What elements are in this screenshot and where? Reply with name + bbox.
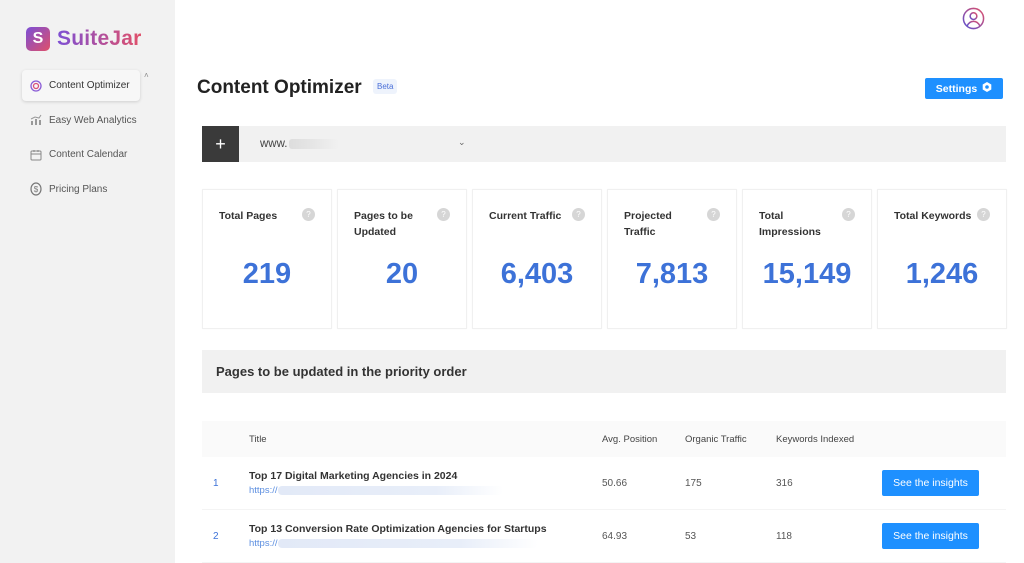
svg-text:$: $ — [34, 185, 39, 194]
stat-value: 219 — [242, 258, 292, 290]
section-heading: Pages to be updated in the priority orde… — [202, 350, 1006, 393]
row-index: 2 — [213, 531, 219, 542]
optimizer-icon — [30, 79, 42, 92]
stat-card-projected-traffic: Projected Traffic ? 7,813 — [607, 189, 737, 329]
see-insights-button[interactable]: See the insights — [882, 470, 979, 496]
stats-cards: Total Pages ? 219 Pages to be Updated ? … — [202, 189, 1007, 329]
logo[interactable]: S SuiteJar — [26, 27, 141, 51]
sidebar-item-pricing-plans[interactable]: $ Pricing Plans — [22, 174, 140, 205]
user-avatar-icon[interactable] — [962, 7, 985, 30]
stat-label: Total Pages — [219, 210, 278, 222]
page-title: Content Optimizer — [197, 77, 362, 98]
stat-value: 1,246 — [905, 258, 979, 290]
chevron-down-icon: ⌄ — [458, 137, 466, 147]
add-site-button[interactable]: + — [202, 126, 239, 162]
collapse-caret-icon[interactable]: ˄ — [144, 71, 149, 80]
sidebar-item-label: Content Optimizer — [49, 80, 130, 91]
page-title-text: Top 17 Digital Marketing Agencies in 202… — [249, 470, 458, 482]
redacted-url — [277, 486, 503, 495]
analytics-icon — [30, 114, 42, 126]
avg-position: 64.93 — [602, 531, 628, 542]
sidebar-nav: Content Optimizer Easy Web Analytics Con… — [22, 70, 140, 208]
help-icon[interactable]: ? — [707, 208, 720, 221]
help-icon[interactable]: ? — [977, 208, 990, 221]
stat-value: 7,813 — [635, 258, 709, 290]
keywords-indexed: 118 — [776, 531, 792, 542]
site-domain: www. — [260, 138, 288, 150]
sidebar: S SuiteJar ˄ Content Optimizer Easy Web … — [0, 0, 175, 563]
stat-label: Total Keywords — [894, 210, 972, 222]
gear-icon — [982, 82, 992, 95]
sidebar-item-content-calendar[interactable]: Content Calendar — [22, 139, 140, 170]
column-header-title[interactable]: Title — [249, 434, 267, 445]
organic-traffic: 53 — [685, 531, 697, 542]
column-header-avg-position[interactable]: Avg. Position — [602, 434, 657, 445]
stat-label: Total Impressions — [759, 210, 821, 238]
logo-mark-icon: S — [26, 27, 50, 51]
logo-text: SuiteJar — [57, 27, 142, 50]
table-row: 1 Top 17 Digital Marketing Agencies in 2… — [202, 457, 1006, 510]
site-dropdown[interactable]: www. ⌄ — [260, 126, 470, 162]
sidebar-item-label: Easy Web Analytics — [49, 114, 137, 126]
sidebar-item-label: Pricing Plans — [49, 183, 108, 195]
site-selector-bar: + www. ⌄ — [202, 126, 1006, 162]
column-header-organic-traffic[interactable]: Organic Traffic — [685, 434, 747, 445]
stat-value: 6,403 — [500, 258, 574, 290]
see-insights-button[interactable]: See the insights — [882, 523, 979, 549]
calendar-icon — [30, 149, 42, 161]
settings-label: Settings — [935, 82, 978, 95]
beta-badge: Beta — [373, 79, 398, 94]
stat-card-total-impressions: Total Impressions ? 15,149 — [742, 189, 872, 329]
stat-card-total-pages: Total Pages ? 219 — [202, 189, 332, 329]
row-index: 1 — [213, 478, 219, 489]
settings-button[interactable]: Settings — [925, 78, 1003, 99]
avg-position: 50.66 — [602, 478, 628, 489]
stat-value: 15,149 — [762, 258, 852, 290]
page-title-text: Top 13 Conversion Rate Optimization Agen… — [249, 523, 547, 535]
stat-card-pages-to-be-updated: Pages to be Updated ? 20 — [337, 189, 467, 329]
column-header-keywords-indexed[interactable]: Keywords Indexed — [776, 434, 854, 445]
table-row: 2 Top 13 Conversion Rate Optimization Ag… — [202, 510, 1006, 563]
stat-card-current-traffic: Current Traffic ? 6,403 — [472, 189, 602, 329]
redacted-domain — [289, 139, 340, 149]
table-header: Title Avg. Position Organic Traffic Keyw… — [202, 421, 1006, 457]
page-url-link[interactable]: https:// — [249, 538, 547, 549]
stat-label: Projected Traffic — [624, 210, 672, 238]
stat-value: 20 — [385, 258, 419, 290]
stat-label: Pages to be Updated — [354, 210, 413, 238]
row-title-cell: Top 17 Digital Marketing Agencies in 202… — [249, 470, 503, 496]
dollar-icon: $ — [30, 182, 42, 196]
url-prefix: https:// — [249, 538, 278, 549]
help-icon[interactable]: ? — [437, 208, 450, 221]
sidebar-item-content-optimizer[interactable]: Content Optimizer — [22, 70, 140, 101]
url-prefix: https:// — [249, 485, 278, 496]
sidebar-item-easy-web-analytics[interactable]: Easy Web Analytics — [22, 105, 140, 136]
help-icon[interactable]: ? — [572, 208, 585, 221]
redacted-url — [277, 539, 538, 548]
stat-card-total-keywords: Total Keywords ? 1,246 — [877, 189, 1007, 329]
page-url-link[interactable]: https:// — [249, 485, 503, 496]
help-icon[interactable]: ? — [842, 208, 855, 221]
organic-traffic: 175 — [685, 478, 702, 489]
row-title-cell: Top 13 Conversion Rate Optimization Agen… — [249, 523, 547, 549]
help-icon[interactable]: ? — [302, 208, 315, 221]
keywords-indexed: 316 — [776, 478, 793, 489]
stat-label: Current Traffic — [489, 210, 562, 222]
sidebar-item-label: Content Calendar — [49, 149, 128, 160]
pages-table: Title Avg. Position Organic Traffic Keyw… — [202, 421, 1006, 563]
